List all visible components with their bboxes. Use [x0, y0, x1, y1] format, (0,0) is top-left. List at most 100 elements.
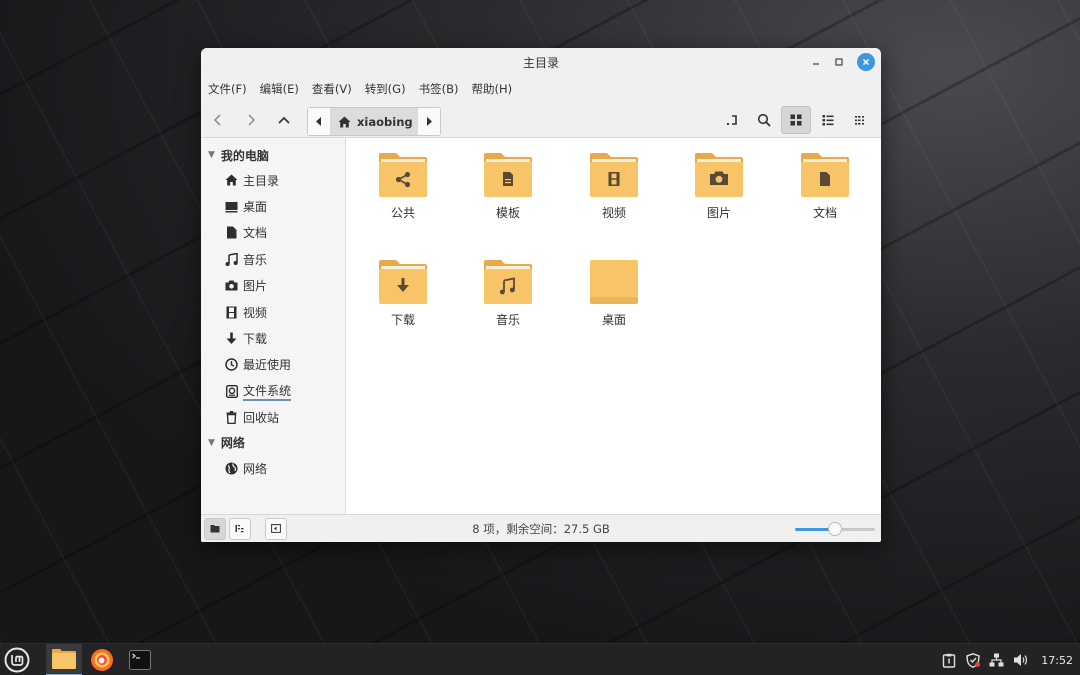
sidebar-section-my-computer[interactable]: ▼ 我的电脑 [201, 143, 345, 167]
search-icon [757, 113, 771, 127]
sidebar: ▼ 我的电脑 主目录 桌面 文档 音乐 图片 视频 下载 最近使用 文件系统 回… [201, 138, 346, 514]
close-button[interactable] [857, 53, 875, 71]
folder-desktop[interactable]: 桌面 [574, 259, 654, 328]
music-icon [225, 252, 238, 266]
location-toggle-button[interactable] [717, 106, 747, 134]
path-bar: xiaobing [307, 107, 441, 136]
minimize-button[interactable] [807, 53, 825, 71]
tray-update-button[interactable] [965, 652, 980, 668]
chevron-left-icon [213, 113, 221, 126]
status-text: 8 项，剩余空间：27.5 GB [472, 521, 610, 536]
maximize-button[interactable] [830, 53, 848, 71]
chevron-down-icon: ▼ [208, 437, 215, 448]
view-controls [717, 106, 875, 134]
menu-help[interactable]: 帮助(H) [471, 81, 512, 97]
sidebar-item-videos[interactable]: 视频 [201, 299, 345, 325]
sidebar-item-music[interactable]: 音乐 [201, 246, 345, 272]
sidebar-item-documents[interactable]: 文档 [201, 220, 345, 246]
sidebar-item-home[interactable]: 主目录 [201, 167, 345, 193]
title-bar[interactable]: 主目录 [201, 48, 881, 76]
menu-file[interactable]: 文件(F) [208, 81, 247, 97]
share-folder-icon [379, 153, 427, 197]
sidebar-item-label: 主目录 [243, 173, 280, 188]
folder-icon [52, 648, 76, 669]
sidebar-section-network[interactable]: ▼ 网络 [201, 431, 345, 455]
clock-icon [225, 358, 238, 372]
path-crumb-label: xiaobing [357, 114, 413, 129]
icon-view-button[interactable] [781, 106, 811, 134]
folder-icon [210, 525, 220, 533]
chevron-up-icon [278, 116, 290, 124]
status-bar: 8 项，剩余空间：27.5 GB [201, 514, 881, 542]
tree-icon [235, 525, 244, 533]
menu-bar: 文件(F) 编辑(E) 查看(V) 转到(G) 书签(B) 帮助(H) [201, 76, 881, 102]
download-folder-icon [379, 260, 427, 304]
taskbar-firefox-button[interactable] [84, 644, 120, 675]
file-view[interactable]: 公共 模板 视频 图片 文档 下载 音乐 桌面 [346, 138, 881, 514]
sidebar-item-pictures[interactable]: 图片 [201, 273, 345, 299]
zoom-slider[interactable] [795, 522, 875, 536]
compact-view-button[interactable] [845, 106, 875, 134]
start-menu-button[interactable] [0, 644, 34, 675]
sidebar-item-label: 下载 [243, 332, 268, 347]
desktop-icon [225, 200, 238, 213]
sidebar-item-recent[interactable]: 最近使用 [201, 352, 345, 378]
toggle-sidebar-button[interactable] [265, 517, 287, 540]
sidebar-item-label: 文档 [243, 226, 268, 241]
folder-public[interactable]: 公共 [363, 152, 443, 221]
folder-templates[interactable]: 模板 [468, 152, 548, 221]
menu-view[interactable]: 查看(V) [312, 81, 352, 97]
document-folder-icon [801, 153, 849, 197]
tray-clipboard-button[interactable] [941, 653, 956, 668]
menu-go[interactable]: 转到(G) [365, 81, 406, 97]
tray-network-button[interactable] [989, 653, 1004, 668]
zoom-slider-handle[interactable] [828, 522, 842, 536]
show-places-button[interactable] [204, 517, 226, 540]
sidebar-item-label: 回收站 [243, 411, 280, 426]
back-button[interactable] [202, 106, 234, 134]
taskbar-terminal-button[interactable] [122, 644, 158, 675]
sidebar-item-trash[interactable]: 回收站 [201, 405, 345, 431]
sidebar-item-desktop[interactable]: 桌面 [201, 193, 345, 219]
file-label: 图片 [706, 206, 731, 220]
path-scroll-right-button[interactable] [418, 108, 440, 135]
sidebar-item-filesystem[interactable]: 文件系统 [201, 378, 345, 404]
tray-volume-button[interactable] [1013, 653, 1028, 668]
taskbar-files-button[interactable] [46, 643, 82, 675]
list-view-icon [822, 115, 834, 126]
music-folder-icon [484, 260, 532, 304]
folder-videos[interactable]: 视频 [574, 152, 654, 221]
forward-button[interactable] [235, 106, 267, 134]
folder-downloads[interactable]: 下载 [363, 259, 443, 328]
volume-icon [1014, 654, 1028, 666]
sidebar-icon [271, 524, 281, 533]
menu-bookmarks[interactable]: 书签(B) [419, 81, 459, 97]
camera-folder-icon [695, 153, 743, 197]
path-crumb-home[interactable]: xiaobing [330, 108, 418, 135]
firefox-icon [91, 648, 113, 671]
document-icon [225, 226, 238, 239]
home-icon [338, 116, 351, 127]
folder-music[interactable]: 音乐 [468, 259, 548, 328]
chevron-right-icon [248, 113, 256, 126]
folder-pictures[interactable]: 图片 [679, 152, 759, 221]
mint-logo-icon [4, 647, 30, 672]
list-view-button[interactable] [813, 106, 843, 134]
up-button[interactable] [268, 106, 300, 134]
show-tree-button[interactable] [229, 517, 251, 540]
path-scroll-left-button[interactable] [308, 108, 330, 135]
menu-edit[interactable]: 编辑(E) [260, 81, 299, 97]
sidebar-item-label: 文件系统 [243, 382, 292, 401]
sidebar-item-downloads[interactable]: 下载 [201, 325, 345, 351]
clock[interactable]: 17:52 [1041, 654, 1073, 667]
sidebar-item-network[interactable]: 网络 [201, 455, 345, 481]
file-label: 下载 [390, 313, 415, 327]
triangle-left-icon [316, 117, 321, 126]
template-folder-icon [484, 153, 532, 197]
folder-documents[interactable]: 文档 [785, 152, 865, 221]
location-toggle-icon [727, 115, 737, 125]
trash-icon [225, 411, 238, 425]
triangle-right-icon [427, 117, 432, 126]
search-button[interactable] [749, 106, 779, 134]
sidebar-item-label: 网络 [243, 461, 268, 476]
